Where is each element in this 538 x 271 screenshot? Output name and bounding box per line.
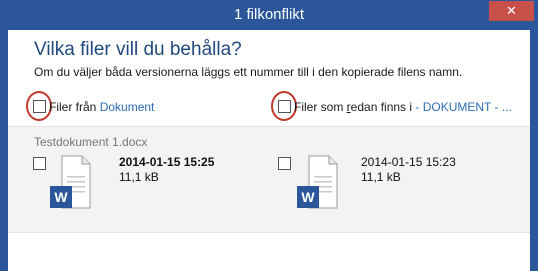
- destination-folder-link[interactable]: - DOKUMENT - ...: [415, 100, 511, 114]
- conflict-filename: Testdokument 1.docx: [34, 135, 148, 149]
- source-files-label[interactable]: Filer från Dokument: [49, 100, 154, 114]
- destination-file-date: 2014-01-15 15:23: [361, 155, 456, 169]
- destination-files-prefix-b: edan finns i: [350, 100, 416, 114]
- svg-text:W: W: [54, 189, 68, 205]
- word-document-icon[interactable]: W: [295, 154, 339, 210]
- word-document-icon[interactable]: W: [48, 154, 92, 210]
- source-file-size: 11,1 kB: [119, 170, 159, 184]
- svg-text:W: W: [301, 189, 315, 205]
- window-title: 1 filkonflikt: [233, 6, 305, 23]
- dialog-content: Vilka filer vill du behålla? Om du välje…: [8, 30, 530, 271]
- source-files-checkbox[interactable]: [33, 100, 46, 113]
- title-bar: 1 filkonflikt ✕: [0, 0, 538, 30]
- conflict-row: Testdokument 1.docx W 2014-01-15 15:25 1…: [8, 127, 530, 232]
- close-icon: ✕: [506, 3, 517, 18]
- destination-files-prefix-a: Filer som: [294, 100, 347, 114]
- bottom-divider: [8, 232, 530, 233]
- destination-files-checkbox[interactable]: [278, 100, 291, 113]
- close-button[interactable]: ✕: [489, 1, 534, 21]
- destination-file-size: 11,1 kB: [361, 170, 401, 184]
- source-files-prefix: Filer från: [49, 100, 100, 114]
- file-conflict-window: 1 filkonflikt ✕ Vilka filer vill du behå…: [0, 0, 538, 271]
- destination-files-label[interactable]: Filer som redan finns i - DOKUMENT - ...: [294, 100, 512, 114]
- source-folder-link[interactable]: Dokument: [100, 100, 155, 114]
- source-file-checkbox[interactable]: [33, 157, 46, 170]
- destination-file-checkbox[interactable]: [278, 157, 291, 170]
- source-file-date: 2014-01-15 15:25: [119, 155, 215, 169]
- dialog-heading: Vilka filer vill du behålla?: [34, 39, 242, 60]
- dialog-subheading: Om du väljer båda versionerna läggs ett …: [34, 65, 463, 79]
